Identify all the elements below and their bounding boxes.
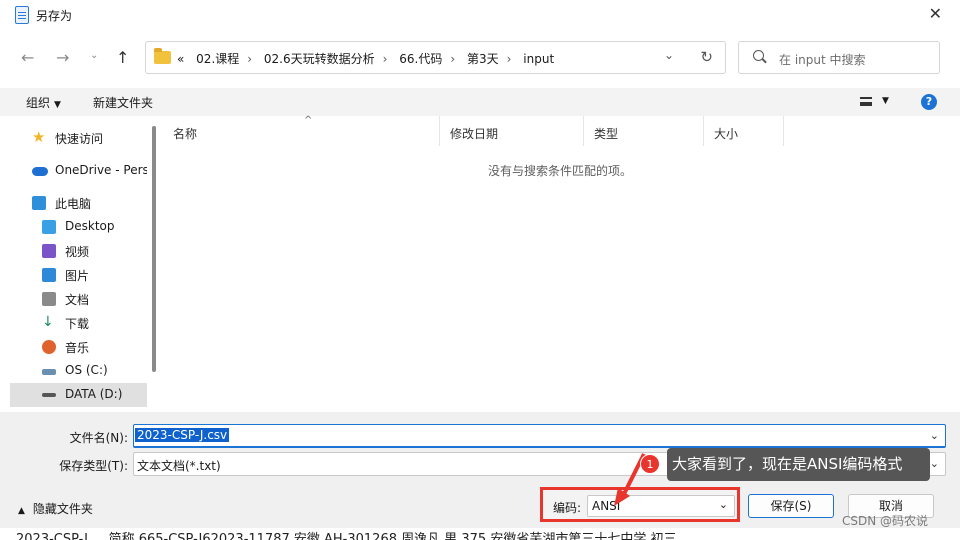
sidebar-item-label: Desktop [65,219,115,233]
sidebar-item[interactable]: 文档 [10,287,147,311]
new-folder-button[interactable]: 新建文件夹 [93,94,153,111]
caret-up-icon: ▲ [18,506,25,516]
chevron-down-icon[interactable]: ⌄ [664,48,674,62]
sidebar-item-label: 音乐 [65,341,90,355]
address-bar[interactable]: « 02.课程 › 02.6天玩转数据分析 › 66.代码 › 第3天 › input … [145,41,726,74]
filename-field[interactable]: 2023-CSP-J.csv ⌄ [133,424,946,448]
filetype-value: 文本文档(*.txt) [137,459,221,473]
title-bar: 另存为 ✕ [0,0,960,32]
chevron-down-icon: ⌄ [929,457,939,470]
caret-down-icon[interactable]: ▼ [882,96,889,106]
sidebar-item[interactable]: 此电脑 [10,191,147,215]
breadcrumb-item[interactable]: 02.课程 [196,52,239,66]
list-view-icon[interactable] [860,97,872,106]
breadcrumb-overflow[interactable]: « [177,52,184,66]
folder-icon [154,48,171,64]
sidebar-item-label: 图片 [65,269,90,283]
sidebar-item-label: 此电脑 [55,197,92,211]
background-window-text: 2023-CSP-J ... 简称 665-CSP-J62023-11787 安… [0,528,960,540]
organize-label: 组织 [26,96,51,110]
caret-down-icon: ▼ [54,100,61,110]
chevron-down-icon: ⌄ [718,498,728,511]
cloud-icon [32,167,48,176]
music-icon [42,340,56,354]
annotation-arrow [614,453,646,506]
chevron-right-icon: › [247,52,253,66]
forward-arrow-icon[interactable]: → [56,48,69,67]
column-header-modified[interactable]: 修改日期 [440,116,584,146]
recent-locations-chevron-icon[interactable]: ⌄ [90,50,98,61]
navigation-bar: ← → ⌄ ↑ « 02.课程 › 02.6天玩转数据分析 › 66.代码 › 第3天… [0,40,960,80]
up-arrow-icon[interactable]: ↑ [116,48,129,67]
watermark: CSDN @码农说 [842,514,929,528]
search-icon [753,50,764,61]
column-header-size[interactable]: 大小 [704,116,784,146]
chevron-right-icon: › [450,52,456,66]
sidebar-item-label: 视频 [65,245,90,259]
annotation-callout: 大家看到了，现在是ANSI编码格式 [667,448,930,481]
filename-label: 文件名(N): [69,431,128,445]
sidebar-item-label: OneDrive - Pers [55,163,147,177]
sidebar-item[interactable]: ★ 快速访问 [10,126,147,150]
column-header-type[interactable]: 类型 [584,116,704,146]
sidebar-item[interactable]: 视频 [10,239,147,263]
sidebar-scrollbar[interactable] [152,126,156,372]
notepad-icon [15,6,29,24]
back-arrow-icon[interactable]: ← [21,48,34,67]
breadcrumb: « 02.课程 › 02.6天玩转数据分析 › 66.代码 › 第3天 › input [177,50,562,67]
column-header-name[interactable]: 名称 ^ [163,115,440,146]
chevron-right-icon: › [506,52,512,66]
download-icon: ↓ [42,314,54,330]
breadcrumb-item[interactable]: 66.代码 [399,52,442,66]
command-bar: 组织 ▼ 新建文件夹 ▼ ? [0,88,960,116]
navigation-pane: ★ 快速访问 OneDrive - Pers 此电脑 Desktop 视频图片文档 ↓ 下载音… [10,122,152,412]
close-icon[interactable]: ✕ [929,4,942,23]
sidebar-item[interactable]: DATA (D:) [10,383,147,407]
hide-folders-button[interactable]: ▲ 隐藏文件夹 [18,500,93,517]
sidebar-item[interactable]: ↓ 下载 [10,311,147,335]
filename-value: 2023-CSP-J.csv [135,428,230,442]
breadcrumb-item[interactable]: 第3天 [467,52,499,66]
sidebar-item[interactable]: OS (C:) [10,359,147,383]
computer-icon [32,196,46,210]
file-list: 名称 ^ 修改日期 类型 大小 没有与搜索条件匹配的项。 [163,115,950,412]
search-input[interactable]: 在 input 中搜索 [738,41,940,74]
sidebar-item-label: 快速访问 [55,132,104,146]
desktop-icon [42,220,56,234]
refresh-icon[interactable]: ↻ [700,48,713,66]
drive-c-icon [42,369,56,375]
sidebar-item-label: 文档 [65,293,90,307]
document-icon [42,292,56,306]
sidebar-item[interactable]: 音乐 [10,335,147,359]
chevron-right-icon: › [382,52,388,66]
breadcrumb-item[interactable]: 02.6天玩转数据分析 [264,52,375,66]
organize-button[interactable]: 组织 ▼ [26,94,61,111]
encoding-label: 编码: [553,501,582,515]
sidebar-item-label: 下载 [65,317,90,331]
save-button[interactable]: 保存(S) [748,494,834,518]
sidebar-item[interactable]: OneDrive - Pers [10,159,147,183]
window-title: 另存为 [36,9,73,23]
star-icon: ★ [32,128,46,146]
sidebar-item[interactable]: 图片 [10,263,147,287]
sidebar-item-label: DATA (D:) [65,387,123,401]
annotation-badge: 1 [640,454,660,474]
filetype-label: 保存类型(T): [59,459,128,473]
sidebar-item-label: OS (C:) [65,363,108,377]
sidebar-item[interactable]: Desktop [10,215,147,239]
help-icon[interactable]: ? [921,94,937,110]
breadcrumb-item[interactable]: input [523,52,554,66]
drive-d-icon [42,393,56,397]
video-icon [42,244,56,258]
sort-up-icon: ^ [304,115,313,126]
chevron-down-icon[interactable]: ⌄ [930,429,939,442]
empty-message: 没有与搜索条件匹配的项。 [488,164,633,178]
picture-icon [42,268,56,282]
search-placeholder: 在 input 中搜索 [779,53,866,67]
